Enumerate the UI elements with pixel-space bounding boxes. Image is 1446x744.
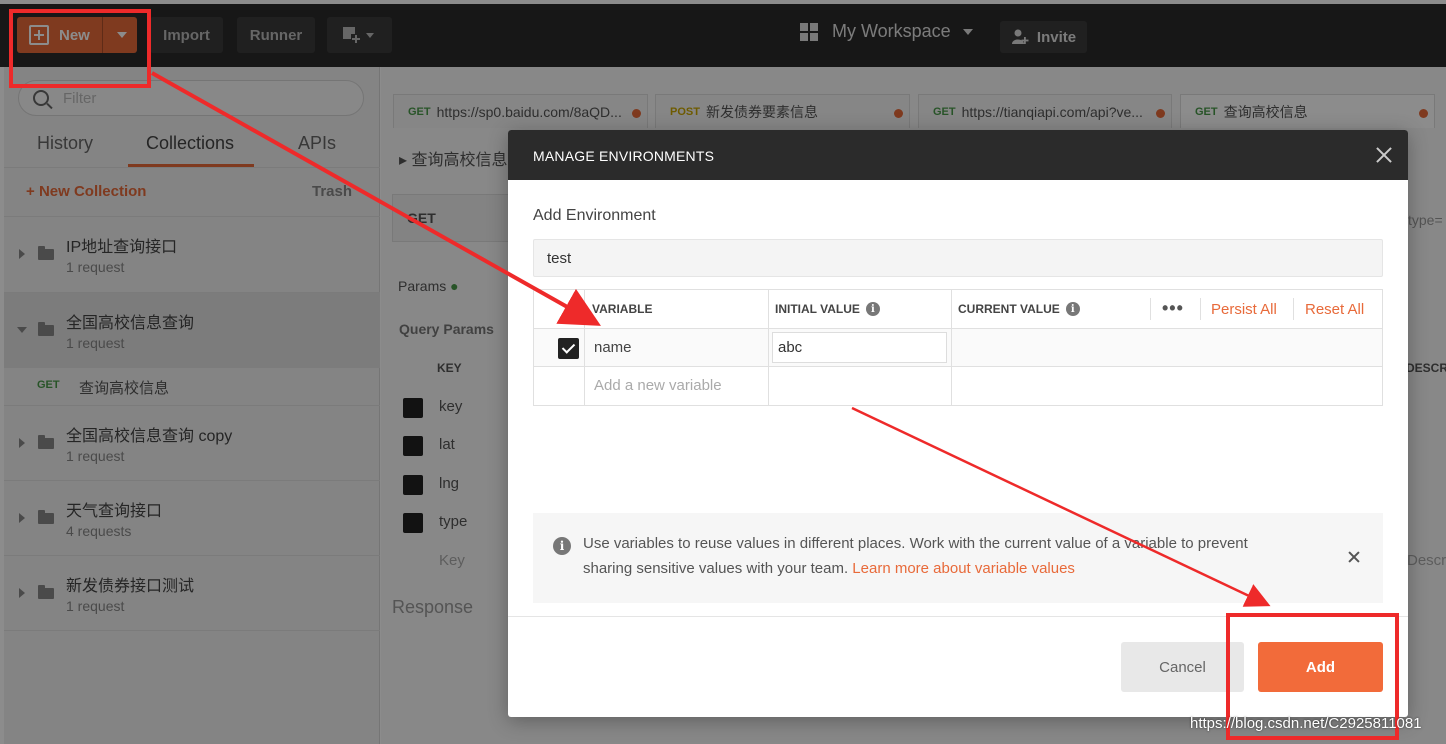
variables-table: VARIABLE INITIAL VALUE i CURRENT VALUE i •… — [533, 289, 1383, 406]
modal-title: MANAGE ENVIRONMENTS — [533, 148, 715, 164]
variable-column-header: VARIABLE — [592, 302, 653, 316]
initial-value-column-header: INITIAL VALUE i — [775, 302, 880, 316]
initial-value-input[interactable] — [772, 332, 947, 363]
variable-enabled-checkbox[interactable] — [558, 338, 579, 359]
watermark: https://blog.csdn.net/C2925811081 — [1190, 715, 1422, 732]
learn-more-link[interactable]: Learn more about variable values — [852, 560, 1075, 577]
modal-header: MANAGE ENVIRONMENTS — [508, 130, 1408, 180]
current-value-column-header: CURRENT VALUE i — [958, 302, 1080, 316]
table-row-new: Add a new variable — [534, 367, 1382, 405]
info-text-line1: Use variables to reuse values in differe… — [583, 535, 1248, 552]
reset-all-button[interactable]: Reset All — [1305, 301, 1364, 318]
table-header-row: VARIABLE INITIAL VALUE i CURRENT VALUE i •… — [534, 290, 1382, 329]
table-row: name — [534, 329, 1382, 367]
info-icon[interactable]: i — [1065, 302, 1080, 316]
column-divider — [768, 290, 769, 405]
initial-value-label: INITIAL VALUE — [775, 302, 860, 316]
close-icon[interactable] — [1347, 550, 1361, 564]
annotation-box-new — [9, 9, 151, 88]
info-icon: i — [553, 537, 571, 555]
add-environment-heading: Add Environment — [533, 207, 656, 224]
divider — [1200, 298, 1201, 320]
more-options-icon[interactable]: ••• — [1162, 298, 1184, 319]
info-banner: i Use variables to reuse values in diffe… — [533, 513, 1383, 603]
info-text-line2: sharing sensitive values with your team.… — [583, 560, 1075, 577]
column-divider — [951, 290, 952, 405]
current-value-label: CURRENT VALUE — [958, 302, 1060, 316]
new-variable-placeholder[interactable]: Add a new variable — [594, 377, 722, 394]
close-icon[interactable] — [1374, 145, 1394, 165]
persist-all-button[interactable]: Persist All — [1211, 301, 1277, 318]
variable-name[interactable]: name — [594, 339, 632, 356]
environment-name-input[interactable] — [533, 239, 1383, 277]
info-icon[interactable]: i — [865, 302, 880, 316]
divider — [1150, 298, 1151, 320]
info-text: sharing sensitive values with your team. — [583, 560, 849, 577]
column-divider — [584, 290, 585, 405]
divider — [1293, 298, 1294, 320]
